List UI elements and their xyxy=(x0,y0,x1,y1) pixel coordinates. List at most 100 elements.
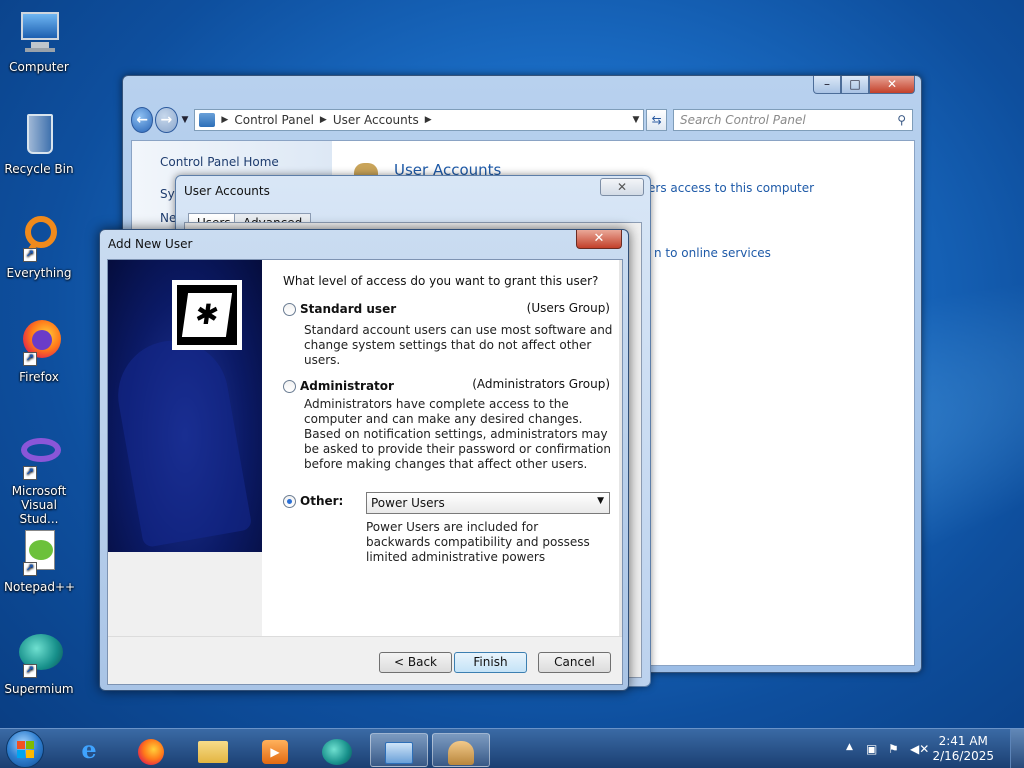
system-tray: ▲ ▣ ⚑ ◀✕ 2:41 AM 2/16/2025 xyxy=(824,729,1024,768)
everything-icon: ↗ xyxy=(15,214,63,262)
clock[interactable]: 2:41 AM 2/16/2025 xyxy=(932,734,994,764)
start-button[interactable] xyxy=(6,730,44,768)
add-new-user-dialog: Add New User ✕ ✱ What level of access do… xyxy=(99,229,629,691)
option-group: (Administrators Group) xyxy=(472,377,610,391)
option-other[interactable]: Other: xyxy=(283,494,343,508)
breadcrumb-control-panel[interactable]: Control Panel xyxy=(234,113,314,127)
taskbar-firefox[interactable] xyxy=(124,733,178,767)
other-radio[interactable] xyxy=(283,494,296,508)
option-label: Administrator xyxy=(300,379,394,393)
user-accounts-icon xyxy=(448,740,474,765)
option-label: Other: xyxy=(300,494,344,508)
show-desktop-button[interactable] xyxy=(1010,729,1024,768)
group-select[interactable]: Power Users ▼ xyxy=(366,492,610,514)
taskbar-internet-explorer[interactable]: e xyxy=(62,733,116,767)
desktop-icon-label: Firefox xyxy=(19,370,59,384)
desktop-icon-firefox[interactable]: ↗ Firefox xyxy=(4,318,74,384)
folder-icon xyxy=(198,740,228,763)
cancel-button[interactable]: Cancel xyxy=(538,652,611,673)
breadcrumb-separator-icon: ▶ xyxy=(221,115,229,125)
banner-figure xyxy=(109,331,253,549)
recycle-bin-icon xyxy=(15,110,63,158)
option-description: Standard account users can use most soft… xyxy=(304,323,613,367)
visual-studio-icon: ↗ xyxy=(15,432,63,480)
window-caption-buttons: – □ ✕ xyxy=(813,76,915,94)
maximize-button[interactable]: □ xyxy=(841,76,869,94)
volume-muted-icon[interactable]: ◀✕ xyxy=(910,742,929,756)
wizard-footer: < Back Finish Cancel xyxy=(108,636,622,684)
notepadpp-icon: ↗ xyxy=(15,528,63,576)
supermium-icon: ↗ xyxy=(15,630,63,678)
link-online-services[interactable]: n to online services xyxy=(654,246,771,260)
taskbar-user-accounts[interactable] xyxy=(432,733,490,767)
desktop-icon-notepadpp[interactable]: ↗ Notepad++ xyxy=(4,528,75,594)
breadcrumb-separator-icon: ▶ xyxy=(319,115,327,125)
desktop-icon-label: Microsoft Visual Stud... xyxy=(11,484,67,526)
address-dropdown-icon[interactable]: ▼ xyxy=(633,115,640,125)
close-button[interactable]: ✕ xyxy=(576,230,622,249)
desktop-icon-supermium[interactable]: ↗ Supermium xyxy=(4,630,74,696)
forward-arrow-icon[interactable]: → xyxy=(155,107,178,133)
sidebar-link-control-panel-home[interactable]: Control Panel Home xyxy=(160,155,279,169)
finish-button[interactable]: Finish xyxy=(454,652,527,673)
wizard-content: What level of access do you want to gran… xyxy=(262,260,622,636)
dialog-title: User Accounts xyxy=(184,184,270,198)
control-panel-icon xyxy=(199,113,216,127)
refresh-icon[interactable]: ⇆ xyxy=(646,109,667,131)
show-hidden-icons-icon[interactable]: ▲ xyxy=(846,742,853,752)
media-player-icon: ▶ xyxy=(262,739,288,764)
desktop-icon-computer[interactable]: Computer xyxy=(4,8,74,74)
close-button[interactable]: ✕ xyxy=(600,178,644,196)
navigation-bar: ← → ▼ ▶ Control Panel ▶ User Accounts ▶ … xyxy=(131,106,913,134)
windows-logo-icon xyxy=(17,741,35,759)
chevron-down-icon: ▼ xyxy=(597,496,604,506)
action-center-flag-icon[interactable]: ⚑ xyxy=(888,742,899,756)
option-group: (Users Group) xyxy=(526,301,610,315)
clock-time: 2:41 AM xyxy=(938,734,988,748)
desktop-icon-everything[interactable]: ↗ Everything xyxy=(4,214,74,280)
option-description: Power Users are included for backwards c… xyxy=(366,520,590,564)
group-select-value: Power Users xyxy=(371,496,445,510)
user-card-icon: ✱ xyxy=(172,280,242,350)
desktop-icon-label: Computer xyxy=(9,60,69,74)
address-bar[interactable]: ▶ Control Panel ▶ User Accounts ▶ ▼ xyxy=(194,109,645,131)
taskbar-control-panel[interactable] xyxy=(370,733,428,767)
administrator-radio[interactable] xyxy=(283,379,296,393)
taskbar: e ▶ ▲ ▣ ⚑ ◀✕ 2:41 AM 2/16/2025 xyxy=(0,728,1024,768)
minimize-button[interactable]: – xyxy=(813,76,841,94)
search-input[interactable]: Search Control Panel ⚲ xyxy=(672,109,913,131)
desktop-icon-label: Supermium xyxy=(4,682,74,696)
option-administrator[interactable]: Administrator xyxy=(283,379,394,393)
shortcut-arrow-icon: ↗ xyxy=(23,248,37,262)
close-button[interactable]: ✕ xyxy=(869,76,915,94)
desktop-icon-label: Everything xyxy=(6,266,72,280)
access-question: What level of access do you want to gran… xyxy=(283,274,599,288)
taskbar-explorer[interactable] xyxy=(186,733,240,767)
supermium-icon xyxy=(322,738,352,765)
desktop-icon-visual-studio[interactable]: ↗ Microsoft Visual Stud... xyxy=(4,432,74,526)
desktop-icon-recycle-bin[interactable]: Recycle Bin xyxy=(4,110,74,176)
back-arrow-icon[interactable]: ← xyxy=(131,107,154,133)
shortcut-arrow-icon: ↗ xyxy=(23,562,37,576)
standard-user-radio[interactable] xyxy=(283,302,296,316)
control-panel-icon xyxy=(385,741,413,764)
option-standard-user[interactable]: Standard user xyxy=(283,302,396,316)
shortcut-arrow-icon: ↗ xyxy=(23,664,37,678)
network-icon[interactable]: ▣ xyxy=(866,742,877,756)
recent-pages-chevron-icon[interactable]: ▼ xyxy=(182,115,189,125)
firefox-icon: ↗ xyxy=(15,318,63,366)
shortcut-arrow-icon: ↗ xyxy=(23,466,37,480)
back-button[interactable]: < Back xyxy=(379,652,452,673)
breadcrumb-user-accounts[interactable]: User Accounts xyxy=(333,113,419,127)
taskbar-supermium[interactable] xyxy=(310,733,364,767)
computer-icon xyxy=(15,8,63,56)
search-icon[interactable]: ⚲ xyxy=(897,113,906,127)
sidebar-link-network[interactable]: Ne xyxy=(160,211,176,225)
internet-explorer-icon: e xyxy=(81,735,97,764)
option-description: Administrators have complete access to t… xyxy=(304,397,612,471)
clock-date: 2/16/2025 xyxy=(932,749,994,763)
firefox-icon xyxy=(138,738,164,765)
wizard-banner: ✱ xyxy=(108,260,262,552)
taskbar-media-player[interactable]: ▶ xyxy=(248,733,302,767)
link-give-users-access[interactable]: ers access to this computer xyxy=(648,181,814,195)
